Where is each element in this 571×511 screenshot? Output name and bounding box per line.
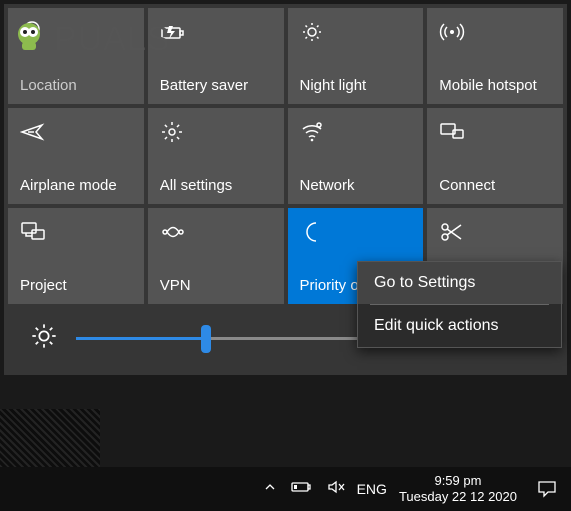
taskbar-clock[interactable]: 9:59 pm Tuesday 22 12 2020: [399, 473, 517, 506]
menu-go-to-settings[interactable]: Go to Settings: [358, 262, 561, 304]
language-indicator[interactable]: ENG: [357, 481, 387, 497]
night-light-icon: [300, 18, 412, 46]
tile-label: Night light: [300, 77, 412, 94]
clock-date: Tuesday 22 12 2020: [399, 489, 517, 505]
tray-overflow-icon[interactable]: [263, 480, 277, 499]
tile-network[interactable]: Network: [288, 108, 424, 204]
tray-volume-muted-icon[interactable]: [327, 479, 345, 500]
airplane-icon: [20, 118, 132, 146]
taskbar: ENG 9:59 pm Tuesday 22 12 2020: [0, 467, 571, 511]
background-hatch: [0, 409, 100, 467]
vpn-icon: [160, 218, 272, 246]
tile-night-light[interactable]: Night light: [288, 8, 424, 104]
menu-edit-quick-actions[interactable]: Edit quick actions: [358, 305, 561, 347]
tile-connect[interactable]: Connect: [427, 108, 563, 204]
network-icon: [300, 118, 412, 146]
tile-airplane-mode[interactable]: Airplane mode: [8, 108, 144, 204]
battery-icon: [160, 18, 272, 46]
tile-label: VPN: [160, 277, 272, 294]
tile-all-settings[interactable]: All settings: [148, 108, 284, 204]
connect-icon: [439, 118, 551, 146]
tile-project[interactable]: Project: [8, 208, 144, 304]
tray-battery-icon[interactable]: [291, 480, 313, 499]
settings-icon: [160, 118, 272, 146]
tile-label: Connect: [439, 177, 551, 194]
context-menu: Go to Settings Edit quick actions: [357, 261, 562, 348]
system-tray: [263, 479, 345, 500]
tile-label: Network: [300, 177, 412, 194]
moon-icon: [300, 218, 412, 246]
tile-mobile-hotspot[interactable]: Mobile hotspot: [427, 8, 563, 104]
tile-label: Airplane mode: [20, 177, 132, 194]
slider-thumb[interactable]: [201, 325, 211, 353]
watermark-text: PUALS: [54, 20, 171, 59]
project-icon: [20, 218, 132, 246]
brightness-icon: [30, 322, 58, 355]
tile-label: Location: [20, 77, 132, 94]
tile-label: Battery saver: [160, 77, 272, 94]
tile-label: All settings: [160, 177, 272, 194]
tile-vpn[interactable]: VPN: [148, 208, 284, 304]
slider-fill: [76, 337, 206, 340]
snip-icon: [439, 218, 551, 246]
tile-label: Mobile hotspot: [439, 77, 551, 94]
mascot-icon: [8, 18, 50, 60]
tile-label: Project: [20, 277, 132, 294]
action-center-button[interactable]: [525, 467, 569, 511]
hotspot-icon: [439, 18, 551, 46]
clock-time: 9:59 pm: [399, 473, 517, 489]
watermark-overlay: PUALS: [8, 18, 171, 60]
